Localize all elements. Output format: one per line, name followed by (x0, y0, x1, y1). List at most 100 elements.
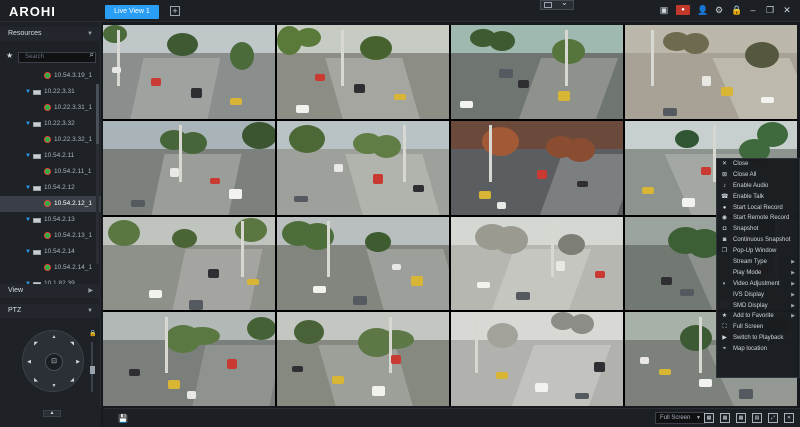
tree-toggle-icon[interactable]: ▼ (25, 244, 31, 260)
slider-knob[interactable] (90, 366, 95, 374)
tree-device-item[interactable]: ▼ 10.54.2.11 (0, 148, 101, 164)
ptz-center-icon[interactable]: ⊡ (45, 353, 63, 371)
menu-item[interactable]: ▶ Switch to Playback (717, 333, 799, 344)
menu-item[interactable]: ★ Add to Favorite ▶ (717, 311, 799, 322)
video-tile[interactable] (451, 120, 623, 215)
tile-vehicle (738, 389, 753, 400)
menu-item[interactable]: ♪ Enable Audio (717, 181, 799, 192)
scrollbar-thumb[interactable] (96, 84, 99, 144)
video-tile[interactable] (451, 312, 623, 406)
menu-item[interactable]: SMD Display ▶ (717, 301, 799, 312)
video-tile[interactable] (277, 312, 449, 406)
tree-camera-item[interactable]: 10.54.2.12_1 (0, 196, 101, 212)
video-tile[interactable] (451, 25, 623, 119)
ptz-upleft-icon[interactable]: ◤ (33, 341, 39, 347)
ptz-down-icon[interactable]: ▼ (51, 383, 57, 389)
video-tile[interactable] (451, 216, 623, 311)
tree-device-item[interactable]: ▼ 10.54.2.12 (0, 180, 101, 196)
settings-gear-icon[interactable]: ⚙ (714, 5, 724, 15)
tree-camera-item[interactable]: 10.54.2.13_1 (0, 228, 101, 244)
video-tile[interactable] (625, 25, 797, 119)
menu-item[interactable]: Play Mode ▶ (717, 268, 799, 279)
record-indicator-icon[interactable]: ● (676, 5, 690, 15)
menu-item[interactable]: ◘ Snapshot (717, 224, 799, 235)
collapse-panel-icon[interactable]: ▲ (43, 410, 61, 417)
video-tile[interactable] (103, 216, 275, 311)
fullscreen-icon[interactable]: ⤢ (768, 413, 778, 423)
ptz-left-icon[interactable]: ◀ (26, 359, 32, 365)
ptz-header[interactable]: PTZ ▼ (0, 304, 101, 318)
device-icon (33, 250, 41, 255)
tree-scrollbar[interactable] (96, 84, 99, 264)
restore-icon[interactable]: ❐ (765, 5, 775, 15)
favorite-star-icon[interactable]: ★ (6, 51, 13, 60)
minimize-icon[interactable]: – (748, 5, 758, 15)
layout-4-icon[interactable]: ▦ (704, 413, 714, 423)
tree-camera-item[interactable]: 10.22.3.31_1 (0, 100, 101, 116)
user-icon[interactable]: 👤 (697, 5, 708, 15)
ptz-up-icon[interactable]: ▲ (51, 334, 57, 340)
close-icon[interactable]: ✕ (782, 5, 792, 15)
menu-item[interactable]: ⌖ Map location (717, 344, 799, 355)
menu-item[interactable]: ◙ Continuous Snapshot (717, 235, 799, 246)
save-view-icon[interactable]: 💾 (118, 414, 128, 423)
ptz-downright-icon[interactable]: ◢ (69, 377, 75, 383)
ptz-direction-pad[interactable]: ▲ ▼ ◀ ▶ ◤ ◥ ◣ ◢ ⊡ (22, 330, 84, 392)
tree-device-item[interactable]: ▼ 10.22.3.31 (0, 84, 101, 100)
tile-tree (487, 322, 519, 348)
tree-camera-item[interactable]: 10.54.2.11_1 (0, 164, 101, 180)
tile-tree (294, 319, 325, 344)
tree-toggle-icon[interactable]: ▼ (25, 180, 31, 196)
add-tab-icon[interactable]: + (170, 6, 180, 16)
tree-camera-item[interactable]: 10.54.3.19_1 (0, 68, 101, 84)
layout-picker[interactable]: ⌄ (540, 0, 574, 10)
menu-item[interactable]: ⊠ Close All (717, 170, 799, 181)
tile-road (130, 57, 222, 119)
ptz-downleft-icon[interactable]: ◣ (33, 377, 39, 383)
tree-device-item[interactable]: ▼ 10.54.2.13 (0, 212, 101, 228)
menu-item-icon: ☎ (721, 193, 729, 200)
menu-item[interactable]: ❐ Pop-Up Window (717, 246, 799, 257)
menu-item[interactable]: Stream Type ▶ (717, 257, 799, 268)
video-tile[interactable] (103, 312, 275, 406)
search-icon[interactable]: ⌕ (90, 50, 94, 60)
video-tile[interactable] (277, 120, 449, 215)
close-all-icon[interactable]: ✕ (784, 413, 794, 423)
video-tile[interactable] (277, 216, 449, 311)
tree-camera-item[interactable]: 10.54.2.14_1 (0, 260, 101, 276)
tree-toggle-icon[interactable]: ▼ (25, 84, 31, 100)
menu-item[interactable]: ✕ Close (717, 159, 799, 170)
video-tile[interactable] (103, 25, 275, 119)
view-header[interactable]: View ▶ (0, 284, 101, 298)
menu-item[interactable]: ⛶ Full Screen (717, 322, 799, 333)
layout-9-icon[interactable]: ▦ (720, 413, 730, 423)
tab-live-view-1[interactable]: Live View 1 (105, 5, 159, 19)
tree-camera-item[interactable]: 10.22.3.32_1 (0, 132, 101, 148)
tree-device-item[interactable]: ▼ 10.22.3.32 (0, 116, 101, 132)
alarm-icon[interactable]: ▣ (659, 5, 669, 15)
video-tile[interactable] (103, 120, 275, 215)
menu-item[interactable]: ◐ Video Adjustment ▶ (717, 279, 799, 290)
ptz-upright-icon[interactable]: ◥ (69, 341, 75, 347)
ptz-right-icon[interactable]: ▶ (75, 359, 81, 365)
video-tile[interactable] (277, 25, 449, 119)
tree-toggle-icon[interactable]: ▼ (25, 148, 31, 164)
tree-toggle-icon[interactable]: ▼ (25, 212, 31, 228)
ptz-speed-slider[interactable] (90, 342, 95, 392)
menu-item[interactable]: ☎ Enable Talk (717, 192, 799, 203)
lock-icon[interactable]: 🔒 (731, 5, 742, 15)
resource-search-input[interactable]: Search (18, 52, 96, 63)
tree-device-item[interactable]: ▼ 10.54.2.14 (0, 244, 101, 260)
menu-item[interactable]: ◉ Start Remote Record (717, 213, 799, 224)
expand-arrow-icon[interactable]: ▶ (88, 284, 93, 298)
menu-item[interactable]: ● Start Local Record (717, 203, 799, 214)
ptz-lock-icon[interactable]: 🔒 (89, 330, 96, 337)
screen-mode-select[interactable]: Full Screen ▼ (655, 412, 705, 424)
collapse-arrow-icon[interactable]: ▼ (87, 27, 93, 41)
tree-toggle-icon[interactable]: ▼ (25, 116, 31, 132)
menu-item[interactable]: IVS Display ▶ (717, 290, 799, 301)
layout-16-icon[interactable]: ▦ (736, 413, 746, 423)
collapse-arrow-icon[interactable]: ▼ (87, 304, 93, 318)
resources-header[interactable]: Resources ▼ (0, 27, 101, 41)
custom-layout-icon[interactable]: ▤ (752, 413, 762, 423)
